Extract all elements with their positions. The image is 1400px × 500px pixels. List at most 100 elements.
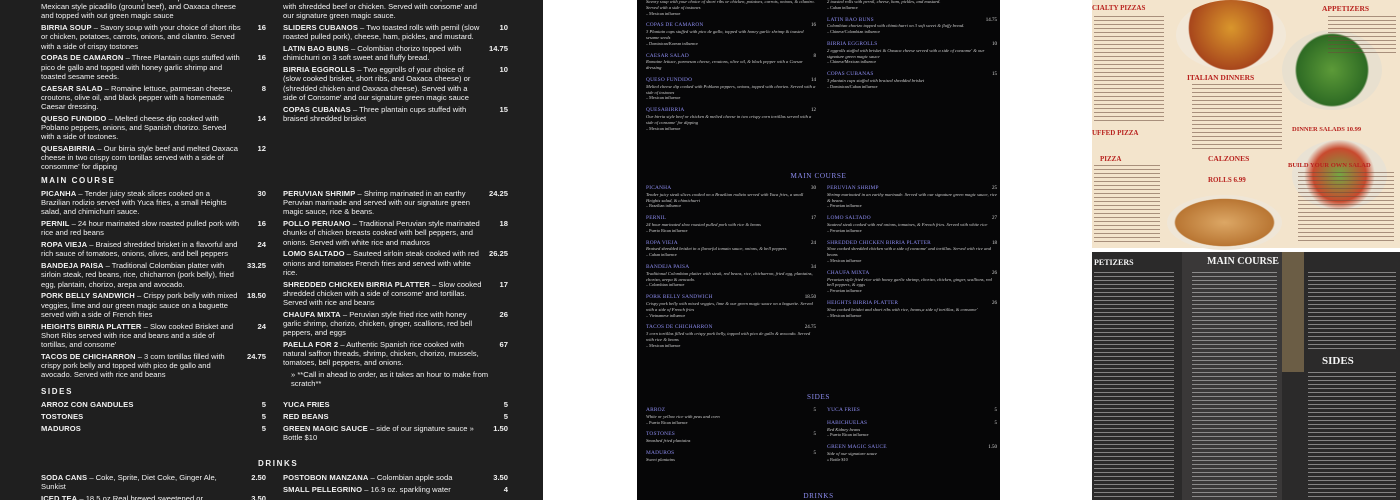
menu-item-price: 24.25 bbox=[488, 189, 508, 198]
menu-item: COPAS DE CAMARON – Three Plantain cups s… bbox=[41, 53, 266, 81]
menu-item-price: 67 bbox=[499, 340, 508, 350]
menu-item-price: 27 bbox=[992, 216, 997, 222]
menu-item-name: TOSTONES bbox=[41, 411, 84, 421]
menu-item-price: 14 bbox=[811, 77, 816, 83]
menu-item-price: 33.25 bbox=[246, 261, 266, 271]
text-lines bbox=[1192, 272, 1277, 497]
menu-item-price: 25 bbox=[992, 186, 997, 191]
menu-item-price: 1.50 bbox=[988, 445, 997, 451]
menu-item-text: ARROZ CON GANDULES bbox=[41, 400, 241, 409]
menu-item-name: BIRRIA EGGROLLS bbox=[827, 40, 878, 47]
menu-item-price: 26 bbox=[992, 270, 997, 276]
menu-item-price: 15 bbox=[499, 104, 508, 114]
menu-item-influence: – Mexican influence bbox=[646, 342, 681, 348]
menu-item: BIRRIA SOUP – Savory soup with your choi… bbox=[41, 23, 266, 51]
menu-item-price: 26 bbox=[499, 309, 508, 319]
menu-item-text: GREEN MAGIC SAUCE – side of our signatur… bbox=[283, 424, 483, 442]
paella-note: » **Call in ahead to order, as it takes … bbox=[291, 370, 489, 389]
stuffed-pizza-heading: UFFED PIZZA bbox=[1092, 129, 1139, 137]
menu-item-description: Our birria style beef or chicken & melte… bbox=[646, 113, 812, 125]
menu-item-price: 14 bbox=[257, 113, 266, 123]
menu-item-price: 16 bbox=[811, 23, 816, 29]
menu-item: PAPA RELLENAS – 2 round potato croquette… bbox=[41, 0, 266, 21]
menu-item: SHREDDED CHICKEN BIRRIA PLATTER – Slow c… bbox=[283, 280, 508, 308]
menu-item-influence: – Chinese/Colombian influence bbox=[827, 29, 881, 35]
menu-item: PERUVIAN SHRIMP – Shrimp marinated in an… bbox=[283, 189, 508, 217]
menu-item-price: 17 bbox=[499, 279, 508, 289]
italian-menu-photo: CIALTY PIZZAS APPETIZERS ITALIAN DINNERS… bbox=[1092, 0, 1400, 250]
menu-item-price: 14 bbox=[244, 0, 266, 21]
menu-item: CAESAR SALAD – Romaine lettuce, parmesan… bbox=[41, 84, 266, 112]
menu-item-price: 2.50 bbox=[251, 473, 266, 482]
menu-item-name: POSTOBON MANZANA bbox=[283, 473, 369, 482]
menu-item-price: 18.50 bbox=[246, 291, 266, 301]
menu-item-name: GREEN MAGIC SAUCE bbox=[283, 423, 368, 433]
menu-item: ROPA VIEJA – Braised shredded brisket in… bbox=[41, 240, 266, 258]
menu-item-text: PAPA RELLENAS – 2 round potato croquette… bbox=[41, 0, 241, 21]
menu-item-text: MADUROS bbox=[41, 424, 241, 433]
appetizers-column-right: EMPANADAS – Two Colombian corn shell emp… bbox=[283, 0, 508, 126]
menu-item-description: Melted cheese dip cooked with Poblano pe… bbox=[646, 83, 816, 95]
menu-item: COPAS CUBANAS 15 3 plantain cups stuffed w… bbox=[827, 71, 997, 89]
menu-item-name: LOMO SALTADO bbox=[283, 249, 345, 259]
menu-item: QUESO FUNDIDO 14 Melted cheese dip cooked … bbox=[646, 76, 816, 101]
menu-item: SLIDERS CUBANOS – Two toasted rolls with… bbox=[283, 23, 508, 41]
menu-item-name: QUESO FUNDIDO bbox=[646, 76, 693, 83]
menu-item-price: 26 bbox=[992, 300, 997, 306]
menu-item: CHAUFA MIXTA 26 Peruvian style fried rice … bbox=[827, 270, 997, 294]
menu-item-name: MADUROS bbox=[646, 449, 675, 456]
menu-item-name: PICANHA bbox=[41, 189, 77, 198]
menu-item-text: BANDEJA PAISA – Traditional Colombian pl… bbox=[41, 261, 241, 289]
menu-item: PERUVIAN SHRIMP 25 Shrimp marinated in an … bbox=[827, 185, 997, 209]
sides-column-left: ARROZ CON GANDULES 5 TOSTONES 5 MADUROS 5 bbox=[41, 400, 266, 435]
text-lines bbox=[1094, 165, 1160, 245]
menu-item-price: 8 bbox=[261, 83, 266, 93]
sides-heading: SIDES bbox=[1322, 355, 1354, 367]
menu-item-text: HEIGHTS BIRRIA PLATTER – Slow cooked Bri… bbox=[41, 322, 241, 350]
menu-item-text: RED BEANS bbox=[283, 412, 483, 421]
menu-item-text: CAESAR SALAD – Romaine lettuce, parmesan… bbox=[41, 84, 241, 112]
menu-item-price: 8 bbox=[813, 53, 817, 59]
menu-item: BANDEJA PAISA – Traditional Colombian pl… bbox=[41, 261, 266, 289]
menu-item-name: PERUVIAN SHRIMP bbox=[283, 189, 356, 198]
menu-item-price: 5 bbox=[994, 408, 998, 413]
menu-item-price: 4 bbox=[503, 484, 508, 494]
rolls-heading: ROLLS 6.99 bbox=[1208, 176, 1246, 184]
menu-item-text: TOSTONES bbox=[41, 412, 241, 421]
menu-item-name: HABICHUELAS bbox=[827, 419, 868, 426]
menu-item-name: LATIN BAO BUNS bbox=[283, 44, 349, 54]
menu-item-description: Slow cooked shredded chicken with a side… bbox=[827, 246, 991, 258]
menu-item-text: COPAS DE CAMARON – Three Plantain cups s… bbox=[41, 53, 241, 81]
menu-item-price: 5 bbox=[261, 400, 266, 409]
menu-item-name: BIRRIA SOUP bbox=[41, 23, 92, 33]
menu-item-price: 17 bbox=[811, 216, 816, 222]
menu-item-name: TACOS DE CHICHARRON bbox=[41, 351, 136, 361]
menu-item-name: COPAS DE CAMARON bbox=[41, 53, 124, 63]
main-course-column-left: PICANHA 30 Tender juicy steak slices cooke… bbox=[646, 185, 816, 356]
menu-item-text: EMPANADAS – Two Colombian corn shell emp… bbox=[283, 0, 483, 21]
menu-item-price: 5 bbox=[261, 411, 266, 421]
menu-item-text: LOMO SALTADO – Sauteed sirloin steak coo… bbox=[283, 249, 483, 277]
menu-item: HEIGHTS BIRRIA PLATTER – Slow cooked Bri… bbox=[41, 322, 266, 350]
menu-item: POLLO PERUANO – Traditional Peruvian sty… bbox=[283, 219, 508, 247]
menu-item-influence: – Mexican influence bbox=[646, 10, 681, 16]
sides-column-right: YUCA FRIES 5 HABICHUELAS 5 Red Kidney beans –… bbox=[827, 407, 998, 470]
menu-item-name: COPAS CUBANAS bbox=[283, 104, 351, 114]
menu-item-text: ICED TEA – 18.5 oz Real brewed sweetened… bbox=[41, 494, 241, 500]
menu-item-name: SLIDERS CUBANOS bbox=[283, 23, 358, 33]
menu-item-price: 10 bbox=[499, 65, 508, 75]
menu-item-description: – Colombian apple soda bbox=[370, 473, 453, 482]
menu-item: QUESABIRRIA 12 Our birria style beef or ch… bbox=[646, 107, 816, 131]
menu-item: YUCA FRIES 5 bbox=[827, 407, 998, 414]
menu-item-name: MADUROS bbox=[41, 423, 81, 433]
menu-item-text: BIRRIA SOUP – Savory soup with your choi… bbox=[41, 23, 241, 51]
menu-item: SMALL PELLEGRINO – 16.9 oz. sparkling wa… bbox=[283, 485, 508, 494]
menu-item-name: PERNIL bbox=[41, 219, 70, 229]
menu-item-text: SHREDDED CHICKEN BIRRIA PLATTER – Slow c… bbox=[283, 280, 483, 308]
menu-item: TACOS DE CHICHARRON 24.75 3 corn tortillas… bbox=[646, 325, 816, 348]
menu-item-description: Shrimp marinated in an earthy marinade. … bbox=[827, 191, 997, 203]
menu-item: BANDEJA PAISA 34 Traditional Colombian pla… bbox=[646, 264, 816, 288]
main-course-heading: MAIN COURSE bbox=[41, 176, 116, 185]
menu-item: ARROZ CON GANDULES 5 bbox=[41, 400, 266, 409]
menu-item-influence: – Puerto Rican influence bbox=[646, 227, 688, 233]
